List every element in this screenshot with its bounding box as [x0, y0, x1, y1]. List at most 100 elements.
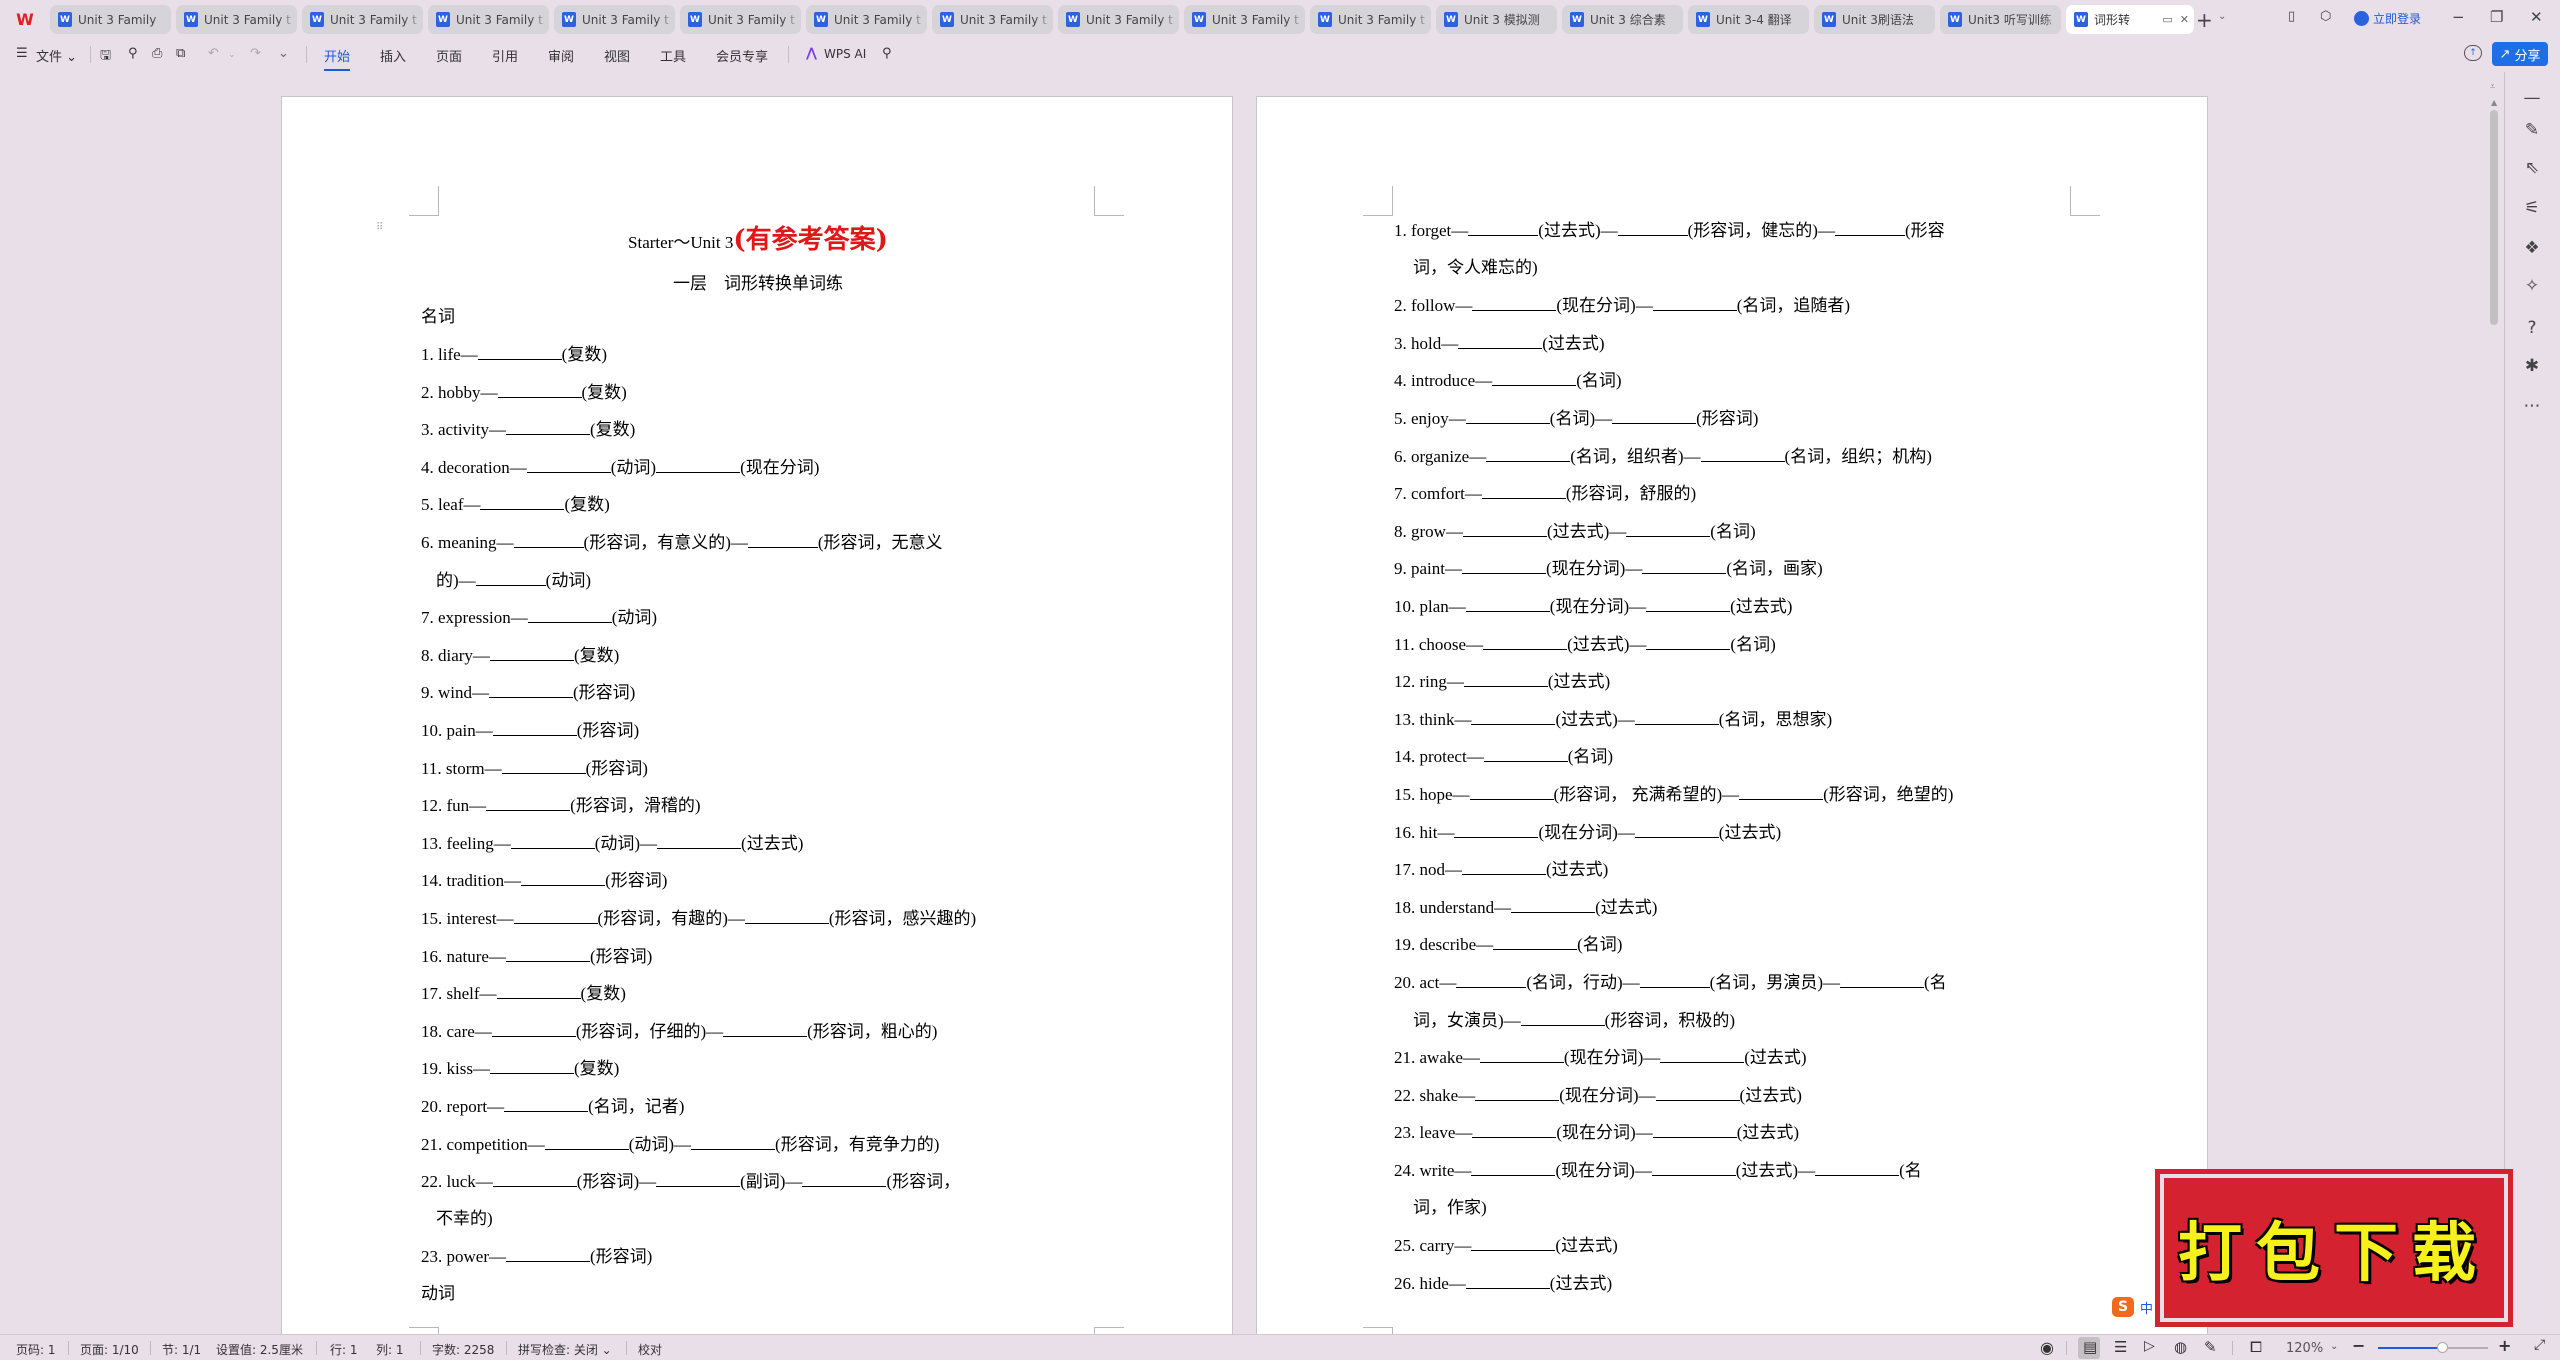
answer-blank[interactable] — [1481, 483, 1566, 500]
tab-list-chevron-icon[interactable]: ⌄ — [2218, 11, 2226, 22]
answer-blank[interactable] — [1456, 972, 1527, 988]
vertical-scrollbar-thumb[interactable] — [2490, 110, 2498, 325]
tab-document[interactable]: W Unit 3 Family t — [1184, 5, 1305, 34]
ribbon-tab[interactable]: 会员专享 — [716, 46, 768, 65]
answer-blank[interactable] — [1465, 596, 1550, 612]
tab-document[interactable]: W Unit 3 Family t — [302, 5, 423, 34]
answer-blank[interactable] — [1634, 709, 1719, 725]
answer-blank[interactable] — [1612, 408, 1697, 424]
answer-blank[interactable] — [501, 758, 586, 774]
magic-tools-icon[interactable]: ✧ — [2520, 274, 2544, 298]
skin-icon[interactable]: ⬡ — [2320, 9, 2331, 24]
more-chevron-icon[interactable]: ⌄ — [278, 46, 289, 61]
answer-blank[interactable] — [1652, 295, 1737, 312]
answer-blank[interactable] — [1492, 370, 1577, 387]
ribbon-tab[interactable]: 插入 — [380, 46, 406, 65]
answer-blank[interactable] — [1655, 1085, 1740, 1101]
close-window-button[interactable]: ✕ — [2530, 8, 2543, 26]
tab-document[interactable]: W Unit 3 Family t — [1058, 5, 1179, 34]
answer-blank[interactable] — [475, 570, 546, 586]
page-view-icon[interactable]: ▤ — [2083, 1338, 2097, 1356]
answer-blank[interactable] — [505, 419, 590, 436]
zoom-dropdown-icon[interactable]: ⌄ — [2330, 1341, 2338, 1352]
answer-blank[interactable] — [510, 833, 595, 849]
tab-document[interactable]: W Unit 3-4 翻译 — [1688, 5, 1809, 34]
status-column[interactable]: 列: 1 — [376, 1341, 404, 1358]
new-tab-button[interactable]: + — [2196, 8, 2213, 32]
ribbon-tab[interactable]: 开始 — [324, 46, 351, 71]
answer-blank[interactable] — [1471, 709, 1556, 725]
collapse-panel-icon[interactable]: — — [2520, 86, 2544, 110]
undo-icon[interactable]: ↶ — [208, 46, 219, 61]
answer-blank[interactable] — [492, 1171, 577, 1188]
answer-blank[interactable] — [1493, 934, 1578, 951]
restore-button[interactable]: ❐ — [2490, 8, 2503, 26]
answer-blank[interactable] — [1626, 521, 1711, 537]
ribbon-tab[interactable]: 视图 — [604, 46, 630, 65]
ribbon-tab[interactable]: 工具 — [660, 46, 686, 65]
tab-document[interactable]: W Unit 3 Family t — [932, 5, 1053, 34]
answer-blank[interactable] — [496, 983, 581, 1000]
answer-blank[interactable] — [1739, 784, 1824, 800]
answer-blank[interactable] — [1639, 972, 1710, 988]
status-row[interactable]: 行: 1 — [330, 1341, 358, 1358]
answer-blank[interactable] — [747, 532, 818, 548]
answer-blank[interactable] — [1652, 1122, 1737, 1139]
answer-blank[interactable] — [505, 1246, 590, 1263]
answer-blank[interactable] — [1468, 220, 1539, 236]
redo-icon[interactable]: ↷ — [250, 46, 261, 61]
link-icon[interactable]: ⚲ — [128, 46, 138, 61]
answer-blank[interactable] — [1462, 558, 1546, 575]
file-menu[interactable]: 文件 ⌄ — [36, 46, 77, 65]
answer-blank[interactable] — [1465, 1273, 1550, 1289]
status-page[interactable]: 页面: 1/10 — [80, 1341, 139, 1358]
answer-blank[interactable] — [526, 457, 611, 473]
tab-active-document[interactable]: W 词形转 ▭ ✕ — [2066, 5, 2194, 34]
tab-document[interactable]: W Unit 3 Family t — [806, 5, 927, 34]
answer-blank[interactable] — [489, 645, 574, 661]
answer-blank[interactable] — [505, 946, 590, 962]
ribbon-tab[interactable]: 引用 — [492, 46, 518, 65]
status-section[interactable]: 节: 1/1 — [162, 1341, 201, 1358]
answer-blank[interactable] — [802, 1171, 887, 1188]
answer-blank[interactable] — [723, 1021, 808, 1037]
ribbon-tab[interactable]: 审阅 — [548, 46, 574, 65]
tab-document[interactable]: W Unit 3 Family — [50, 5, 171, 34]
answer-blank[interactable] — [1834, 220, 1905, 236]
tablet-mode-icon[interactable]: ▯ — [2288, 9, 2295, 24]
answer-blank[interactable] — [504, 1096, 589, 1112]
print-preview-icon[interactable]: ⧉ — [176, 46, 185, 61]
tab-document[interactable]: W Unit 3 Family t — [428, 5, 549, 34]
answer-blank[interactable] — [521, 870, 606, 887]
tab-document[interactable]: W Unit 3 Family t — [1310, 5, 1431, 34]
answer-blank[interactable] — [1462, 521, 1547, 537]
print-icon[interactable]: ⎙ — [152, 46, 162, 61]
answer-blank[interactable] — [527, 607, 612, 624]
tab-document[interactable]: W Unit 3 模拟测 — [1436, 5, 1557, 34]
answer-blank[interactable] — [1815, 1160, 1900, 1176]
zoom-slider-handle[interactable] — [2436, 1342, 2448, 1353]
fit-page-icon[interactable]: ⧠ — [2250, 1338, 2262, 1356]
input-method-bar[interactable]: S 中 — [2108, 1296, 2158, 1318]
answer-blank[interactable] — [497, 382, 582, 398]
answer-blank[interactable] — [691, 1134, 776, 1150]
tab-document[interactable]: W Unit 3刷语法 — [1814, 5, 1935, 34]
answer-blank[interactable] — [1646, 634, 1731, 650]
tab-document[interactable]: W Unit 3 Family t — [680, 5, 801, 34]
tab-document[interactable]: W Unit 3 综合素 — [1562, 5, 1683, 34]
answer-blank[interactable] — [1486, 446, 1571, 462]
outline-view-icon[interactable]: ☰ — [2114, 1338, 2127, 1356]
select-cursor-icon[interactable]: ⇖ — [2520, 156, 2544, 180]
answer-blank[interactable] — [1660, 1047, 1745, 1064]
answer-blank[interactable] — [1634, 822, 1719, 838]
answer-blank[interactable] — [1511, 897, 1596, 913]
play-icon[interactable]: ▷ — [2144, 1338, 2155, 1354]
style-icon[interactable]: ❖ — [2520, 236, 2544, 260]
pen-mode-icon[interactable]: ✎ — [2204, 1338, 2217, 1356]
undo-chevron-icon[interactable]: ⌄ — [228, 50, 236, 60]
menu-icon[interactable]: ☰ — [16, 46, 28, 61]
answer-blank[interactable] — [1472, 295, 1557, 312]
share-button[interactable]: ↗ 分享 — [2492, 42, 2548, 66]
zoom-in-button[interactable]: + — [2498, 1336, 2511, 1355]
status-setting[interactable]: 设置值: 2.5厘米 — [216, 1341, 303, 1358]
